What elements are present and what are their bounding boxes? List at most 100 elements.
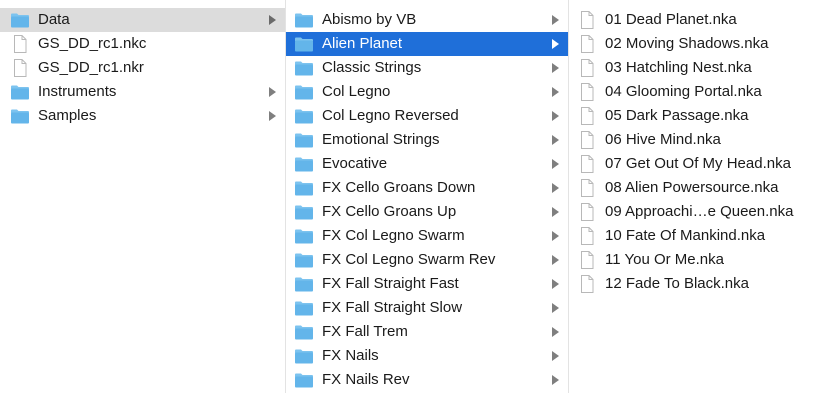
item-label: Col Legno Reversed bbox=[322, 107, 459, 124]
file-item-04-glooming-portal-nka[interactable]: 04 Glooming Portal.nka bbox=[569, 80, 820, 104]
chevron-right-icon bbox=[269, 111, 276, 121]
folder-icon bbox=[10, 11, 30, 29]
folder-item-instruments[interactable]: Instruments bbox=[0, 80, 285, 104]
item-label: 07 Get Out Of My Head.nka bbox=[605, 155, 791, 172]
column-2[interactable]: Abismo by VB Alien Planet Classic Strings C… bbox=[286, 0, 569, 393]
file-item-06-hive-mind-nka[interactable]: 06 Hive Mind.nka bbox=[569, 128, 820, 152]
item-label: FX Fall Trem bbox=[322, 323, 408, 340]
chevron-right-icon bbox=[552, 63, 559, 73]
chevron-right-icon bbox=[552, 327, 559, 337]
folder-icon bbox=[294, 323, 314, 341]
document-icon bbox=[577, 59, 597, 77]
item-label: Col Legno bbox=[322, 83, 391, 100]
folder-icon bbox=[294, 251, 314, 269]
document-icon bbox=[577, 155, 597, 173]
item-label: FX Col Legno Swarm Rev bbox=[322, 251, 496, 268]
chevron-right-icon bbox=[552, 159, 559, 169]
file-item-03-hatchling-nest-nka[interactable]: 03 Hatchling Nest.nka bbox=[569, 56, 820, 80]
chevron-right-icon bbox=[552, 375, 559, 385]
folder-icon bbox=[294, 371, 314, 389]
item-label: FX Nails bbox=[322, 347, 379, 364]
folder-item-classic-strings[interactable]: Classic Strings bbox=[286, 56, 568, 80]
file-item-07-get-out-of-my-head-nka[interactable]: 07 Get Out Of My Head.nka bbox=[569, 152, 820, 176]
file-item-09-approachi-e-queen-nka[interactable]: 09 Approachi…e Queen.nka bbox=[569, 200, 820, 224]
item-label: 01 Dead Planet.nka bbox=[605, 11, 737, 28]
column-3[interactable]: 01 Dead Planet.nka 02 Moving Shadows.nka 0… bbox=[569, 0, 820, 393]
folder-item-fx-fall-straight-slow[interactable]: FX Fall Straight Slow bbox=[286, 296, 568, 320]
document-icon bbox=[577, 275, 597, 293]
chevron-right-icon bbox=[552, 39, 559, 49]
folder-item-fx-cello-groans-down[interactable]: FX Cello Groans Down bbox=[286, 176, 568, 200]
chevron-right-icon bbox=[552, 15, 559, 25]
item-label: 09 Approachi…e Queen.nka bbox=[605, 203, 794, 220]
folder-item-fx-nails-rev[interactable]: FX Nails Rev bbox=[286, 368, 568, 392]
folder-icon bbox=[294, 59, 314, 77]
folder-icon bbox=[294, 83, 314, 101]
chevron-right-icon bbox=[552, 303, 559, 313]
column-1[interactable]: Data GS_DD_rc1.nkc GS_DD_rc1.nkr Instrument… bbox=[0, 0, 286, 393]
folder-item-emotional-strings[interactable]: Emotional Strings bbox=[286, 128, 568, 152]
chevron-right-icon bbox=[552, 279, 559, 289]
folder-icon bbox=[294, 35, 314, 53]
folder-item-data[interactable]: Data bbox=[0, 8, 285, 32]
chevron-right-icon bbox=[552, 111, 559, 121]
file-item-12-fade-to-black-nka[interactable]: 12 Fade To Black.nka bbox=[569, 272, 820, 296]
file-item-gs-dd-rc1-nkc[interactable]: GS_DD_rc1.nkc bbox=[0, 32, 285, 56]
chevron-right-icon bbox=[552, 135, 559, 145]
item-label: FX Col Legno Swarm bbox=[322, 227, 465, 244]
folder-icon bbox=[294, 179, 314, 197]
item-label: FX Nails Rev bbox=[322, 371, 410, 388]
folder-item-fx-cello-groans-up[interactable]: FX Cello Groans Up bbox=[286, 200, 568, 224]
folder-icon bbox=[294, 203, 314, 221]
folder-item-fx-fall-trem[interactable]: FX Fall Trem bbox=[286, 320, 568, 344]
folder-item-col-legno[interactable]: Col Legno bbox=[286, 80, 568, 104]
chevron-right-icon bbox=[269, 87, 276, 97]
document-icon bbox=[577, 131, 597, 149]
file-item-05-dark-passage-nka[interactable]: 05 Dark Passage.nka bbox=[569, 104, 820, 128]
item-label: Alien Planet bbox=[322, 35, 403, 52]
chevron-right-icon bbox=[552, 231, 559, 241]
item-label: Evocative bbox=[322, 155, 388, 172]
folder-item-fx-nails[interactable]: FX Nails bbox=[286, 344, 568, 368]
folder-icon bbox=[10, 107, 30, 125]
item-label: FX Cello Groans Down bbox=[322, 179, 476, 196]
folder-item-fx-col-legno-swarm-rev[interactable]: FX Col Legno Swarm Rev bbox=[286, 248, 568, 272]
document-icon bbox=[577, 203, 597, 221]
folder-item-abismo-by-vb[interactable]: Abismo by VB bbox=[286, 8, 568, 32]
item-label: Abismo by VB bbox=[322, 11, 417, 28]
chevron-right-icon bbox=[552, 255, 559, 265]
item-label: 02 Moving Shadows.nka bbox=[605, 35, 769, 52]
item-label: 03 Hatchling Nest.nka bbox=[605, 59, 752, 76]
item-label: 04 Glooming Portal.nka bbox=[605, 83, 762, 100]
file-item-11-you-or-me-nka[interactable]: 11 You Or Me.nka bbox=[569, 248, 820, 272]
document-icon bbox=[577, 107, 597, 125]
file-item-01-dead-planet-nka[interactable]: 01 Dead Planet.nka bbox=[569, 8, 820, 32]
document-icon bbox=[577, 35, 597, 53]
file-item-08-alien-powersource-nka[interactable]: 08 Alien Powersource.nka bbox=[569, 176, 820, 200]
item-label: Classic Strings bbox=[322, 59, 422, 76]
chevron-right-icon bbox=[269, 15, 276, 25]
folder-item-col-legno-reversed[interactable]: Col Legno Reversed bbox=[286, 104, 568, 128]
folder-icon bbox=[294, 131, 314, 149]
folder-item-alien-planet[interactable]: Alien Planet bbox=[286, 32, 568, 56]
folder-icon bbox=[294, 299, 314, 317]
document-icon bbox=[10, 35, 30, 53]
folder-item-samples[interactable]: Samples bbox=[0, 104, 285, 128]
folder-icon bbox=[294, 275, 314, 293]
file-item-10-fate-of-mankind-nka[interactable]: 10 Fate Of Mankind.nka bbox=[569, 224, 820, 248]
chevron-right-icon bbox=[552, 87, 559, 97]
document-icon bbox=[577, 83, 597, 101]
file-item-02-moving-shadows-nka[interactable]: 02 Moving Shadows.nka bbox=[569, 32, 820, 56]
folder-icon bbox=[294, 347, 314, 365]
folder-item-fx-col-legno-swarm[interactable]: FX Col Legno Swarm bbox=[286, 224, 568, 248]
item-label: FX Fall Straight Fast bbox=[322, 275, 459, 292]
document-icon bbox=[577, 11, 597, 29]
file-item-gs-dd-rc1-nkr[interactable]: GS_DD_rc1.nkr bbox=[0, 56, 285, 80]
item-label: 05 Dark Passage.nka bbox=[605, 107, 749, 124]
folder-item-fx-fall-straight-fast[interactable]: FX Fall Straight Fast bbox=[286, 272, 568, 296]
folder-icon bbox=[294, 155, 314, 173]
item-label: FX Cello Groans Up bbox=[322, 203, 457, 220]
chevron-right-icon bbox=[552, 183, 559, 193]
folder-item-evocative[interactable]: Evocative bbox=[286, 152, 568, 176]
item-label: GS_DD_rc1.nkr bbox=[38, 59, 144, 76]
